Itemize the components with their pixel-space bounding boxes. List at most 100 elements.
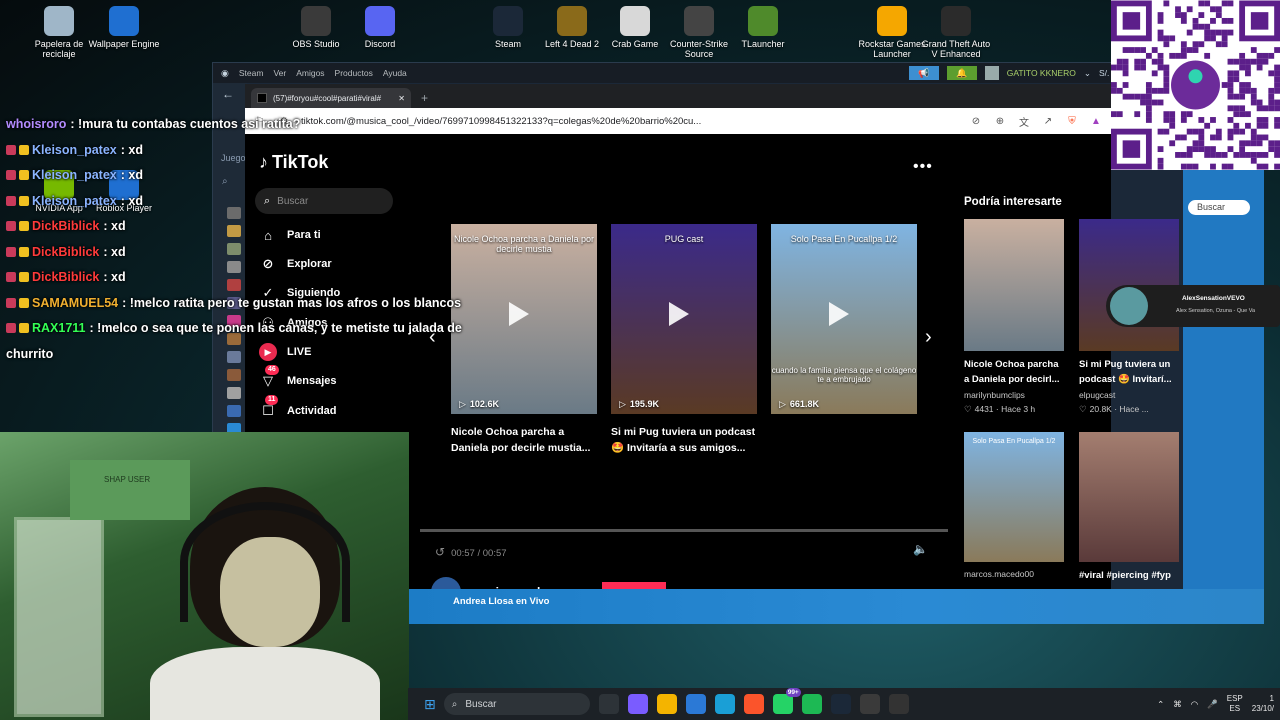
play-icon[interactable]	[829, 302, 849, 326]
brave-rewards-icon[interactable]: ▲	[1089, 116, 1103, 127]
nav-item-live[interactable]: ▶ LIVE	[259, 343, 311, 361]
library-search-icon[interactable]: ⌕	[222, 176, 228, 187]
tiktok-search-input[interactable]: ⌕ Buscar	[255, 188, 393, 214]
desktop-icon-counter-strike[interactable]: Counter-Strike Source	[662, 6, 736, 59]
video-title[interactable]: Si mi Pug tuviera un podcast 🤩 Invitaría…	[611, 424, 757, 456]
video-card[interactable]: Nicole Ochoa parcha a Daniela por decirl…	[451, 224, 597, 456]
video-title[interactable]: Nicole Ochoa parcha a Daniela por decirl…	[451, 424, 597, 456]
desktop-icon-discord[interactable]: Discord	[343, 6, 417, 49]
whatsapp-icon[interactable]: 99+	[772, 688, 801, 714]
start-icon[interactable]: ⊞	[424, 696, 436, 713]
wifi-icon[interactable]: ◠	[1191, 699, 1198, 710]
recommended-title-text[interactable]: #viral #piercing #fyp	[1079, 568, 1179, 583]
recommended-author[interactable]: marcos.macedo00	[964, 568, 1064, 580]
video-progress-bar[interactable]	[420, 529, 948, 532]
video-thumbnail[interactable]: Nicole Ochoa parcha a Daniela por decirl…	[451, 224, 597, 414]
library-game[interactable]	[227, 351, 241, 363]
steam-menu-ayuda[interactable]: Ayuda	[383, 68, 407, 78]
video-card[interactable]: Solo Pasa En Pucallpa 1/2 cuando la famil…	[771, 224, 917, 424]
back-arrow-icon[interactable]: ←	[222, 87, 234, 101]
chat-username[interactable]: DickBiblick	[32, 270, 99, 284]
zoom-icon[interactable]: ⊕	[993, 116, 1007, 127]
chat-username[interactable]: whoisroro	[6, 117, 66, 131]
copilot-icon[interactable]	[627, 694, 648, 714]
broadcast-icon[interactable]: 📢	[908, 66, 939, 80]
edge-icon[interactable]	[714, 694, 735, 714]
library-game[interactable]	[227, 225, 241, 237]
desktop-icon-tlauncher[interactable]: TLauncher	[726, 6, 800, 49]
desktop-icon-rockstar[interactable]: Rockstar Games Launcher	[855, 6, 929, 59]
library-game[interactable]	[227, 243, 241, 255]
tray-chevron-icon[interactable]: ⌃	[1157, 699, 1164, 710]
desktop-icon-crab-game[interactable]: Crab Game	[598, 6, 672, 49]
nav-item-mensajes[interactable]: ▽ 46 Mensajes	[259, 365, 337, 390]
recommended-author[interactable]: marilynbumclips	[964, 389, 1064, 401]
spotify-icon[interactable]	[801, 694, 822, 714]
nav-item-explorar[interactable]: ⊘ Explorar	[259, 255, 332, 273]
recommended-card[interactable]: Nicole Ochoa parcha a Daniela por decirl…	[964, 219, 1064, 415]
video-thumbnail[interactable]: Solo Pasa En Pucallpa 1/2 cuando la famil…	[771, 224, 917, 414]
nav-item-para-ti[interactable]: ⌂ Para ti	[259, 226, 321, 244]
chat-username[interactable]: Kleison_patex	[32, 168, 117, 182]
taskbar-search[interactable]: ⌕ Buscar	[443, 693, 590, 715]
chat-username[interactable]: Kleison_patex	[32, 143, 117, 157]
library-game[interactable]	[227, 279, 241, 291]
desktop-icon-recycle-bin[interactable]: Papelera de reciclaje	[22, 6, 96, 59]
chat-username[interactable]: DickBiblick	[32, 219, 99, 233]
tiktok-logo[interactable]: ♪ TikTok	[259, 152, 328, 173]
play-icon[interactable]	[509, 302, 529, 326]
clock[interactable]: 1 23/10/	[1252, 694, 1274, 714]
mic-icon[interactable]: 🎤	[1207, 699, 1218, 710]
chat-username[interactable]: Kleison_patex	[32, 194, 117, 208]
network-icon[interactable]: ⌘	[1173, 699, 1182, 710]
chevron-down-icon[interactable]: ⌄	[1084, 68, 1091, 79]
library-game[interactable]	[227, 207, 241, 219]
recommended-thumbnail[interactable]: Solo Pasa En Pucallpa 1/2	[964, 432, 1064, 562]
steam-menu-ver[interactable]: Ver	[273, 68, 286, 78]
recommended-author[interactable]: elpugcast	[1079, 389, 1179, 401]
steam-menu-amigos[interactable]: Amigos	[296, 68, 324, 78]
steam-taskbar-icon[interactable]	[830, 694, 851, 714]
url-field[interactable]: tiktok.com/@musica_cool_/video/769971099…	[301, 116, 959, 127]
desktop-icon-obs[interactable]: OBS Studio	[279, 6, 353, 49]
recommended-thumbnail[interactable]	[964, 219, 1064, 351]
file-explorer-icon[interactable]	[656, 694, 677, 714]
desktop-icon-steam[interactable]: Steam	[471, 6, 545, 49]
steam-username[interactable]: GATITO KKNERO	[1007, 68, 1076, 78]
recommended-title-text[interactable]: Si mi Pug tuviera un podcast 🤩 Invitarí.…	[1079, 357, 1179, 387]
close-tab-icon[interactable]: ✕	[398, 94, 405, 103]
brave-shield-icon[interactable]: ⛨	[1065, 116, 1079, 127]
recommended-title-text[interactable]: Nicole Ochoa parcha a Daniela por decirl…	[964, 357, 1064, 387]
library-game[interactable]	[227, 369, 241, 381]
cast-off-icon[interactable]: ⊘	[969, 116, 983, 127]
xbox-icon[interactable]	[888, 694, 909, 714]
nav-item-actividad[interactable]: ☐ 11 Actividad	[259, 395, 337, 420]
chat-username[interactable]: SAMAMUEL54	[32, 296, 118, 310]
video-thumbnail[interactable]: PUG cast ▷ 195.9K	[611, 224, 757, 414]
new-tab-icon[interactable]: +	[421, 91, 428, 105]
play-icon[interactable]	[669, 302, 689, 326]
share-icon[interactable]: ↗	[1041, 116, 1055, 127]
replay-icon[interactable]: ↺	[435, 545, 445, 559]
recommended-thumbnail[interactable]	[1079, 432, 1179, 562]
recommended-card[interactable]: Solo Pasa En Pucallpa 1/2 marcos.macedo00	[964, 432, 1064, 580]
library-game[interactable]	[227, 405, 241, 417]
steam-store-search[interactable]: Buscar	[1188, 200, 1250, 215]
obs-taskbar-icon[interactable]	[859, 694, 880, 714]
carousel-next-icon[interactable]: ›	[925, 326, 932, 349]
chat-username[interactable]: RAX1711	[32, 321, 86, 335]
steam-logo-icon[interactable]: ◉	[221, 68, 229, 79]
library-game[interactable]	[227, 387, 241, 399]
more-options-icon[interactable]: •••	[913, 158, 933, 176]
browser-tab[interactable]: (57)#foryou#cool#parati#viral# ✕	[251, 88, 411, 108]
language-indicator[interactable]: ESP ES	[1227, 694, 1243, 714]
notifications-icon[interactable]: 🔔	[946, 66, 977, 80]
translate-icon[interactable]: 文	[1017, 114, 1031, 129]
desktop-icon-gta[interactable]: Grand Theft Auto V Enhanced	[919, 6, 993, 59]
library-game[interactable]	[227, 261, 241, 273]
volume-icon[interactable]: 🔈	[913, 542, 928, 556]
recommended-card[interactable]: #viral #piercing #fyp	[1079, 432, 1179, 585]
steam-menu-productos[interactable]: Productos	[335, 68, 373, 78]
task-view-icon[interactable]	[598, 694, 619, 714]
store-icon[interactable]	[685, 694, 706, 714]
